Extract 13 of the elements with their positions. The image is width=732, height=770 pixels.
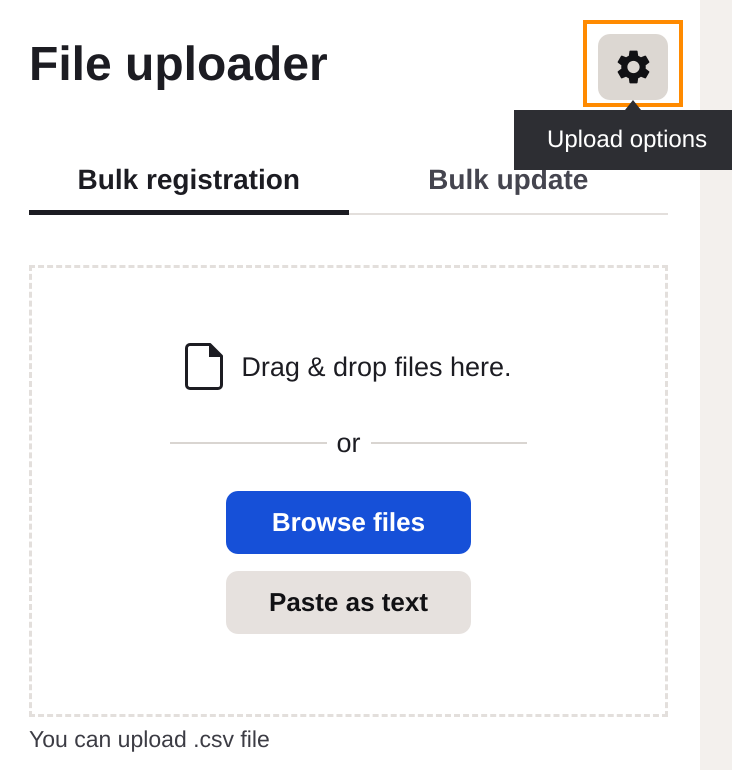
page-title: File uploader xyxy=(29,37,328,93)
hint-text: You can upload .csv file xyxy=(29,726,270,754)
browse-files-button[interactable]: Browse files xyxy=(226,491,471,554)
tooltip: Upload options xyxy=(514,100,732,170)
divider-label: or xyxy=(336,426,361,460)
settings-icon xyxy=(616,50,650,84)
tab[interactable]: Bulk update xyxy=(348,163,668,215)
file-icon xyxy=(185,342,224,390)
tab[interactable]: Bulk registration xyxy=(29,163,348,215)
drop-prompt: Drag & drop files here. xyxy=(241,351,512,384)
settings-button[interactable] xyxy=(598,34,668,100)
drop-zone[interactable]: Drag & drop files here. or Browse files Paste as text xyxy=(29,264,668,717)
paste-text-button[interactable]: Paste as text xyxy=(226,571,471,634)
